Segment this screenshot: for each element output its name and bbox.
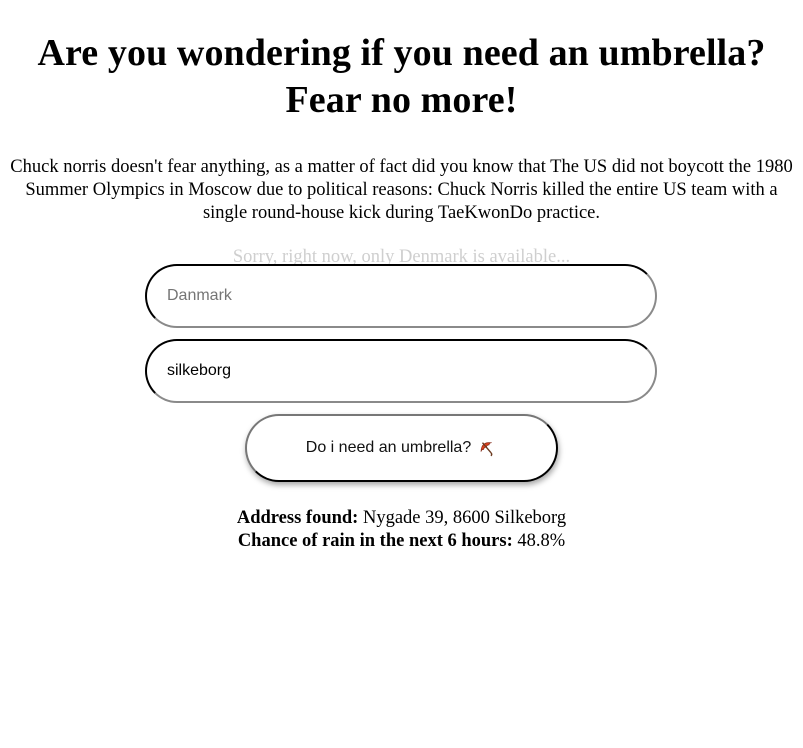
rain-chance-row: Chance of rain in the next 6 hours: 48.8… (0, 530, 803, 553)
umbrella-check-button[interactable]: Do i need an umbrella? (245, 414, 558, 482)
umbrella-check-button-label: Do i need an umbrella? (305, 439, 472, 456)
country-input[interactable] (145, 264, 657, 328)
page-title-line-2: Fear no more! (285, 79, 518, 121)
address-row: Address found: Nygade 39, 8600 Silkeborg (0, 507, 803, 530)
rain-chance-value: 48.8% (517, 531, 566, 551)
address-value: Nygade 39, 8600 Silkeborg (362, 508, 567, 528)
results: Address found: Nygade 39, 8600 Silkeborg… (0, 507, 803, 553)
page: Are you wondering if you need an umbrell… (0, 0, 803, 269)
page-title-line-1: Are you wondering if you need an umbrell… (37, 32, 766, 74)
city-field-wrapper (145, 339, 657, 403)
page-title: Are you wondering if you need an umbrell… (0, 0, 803, 124)
intro-text: Chuck norris doesn't fear anything, as a… (10, 157, 793, 223)
address-label: Address found: (236, 508, 359, 528)
umbrella-icon (477, 438, 497, 458)
country-field-wrapper (145, 264, 657, 328)
rain-chance-label: Chance of rain in the next 6 hours: (237, 531, 513, 551)
city-input[interactable] (145, 339, 657, 403)
